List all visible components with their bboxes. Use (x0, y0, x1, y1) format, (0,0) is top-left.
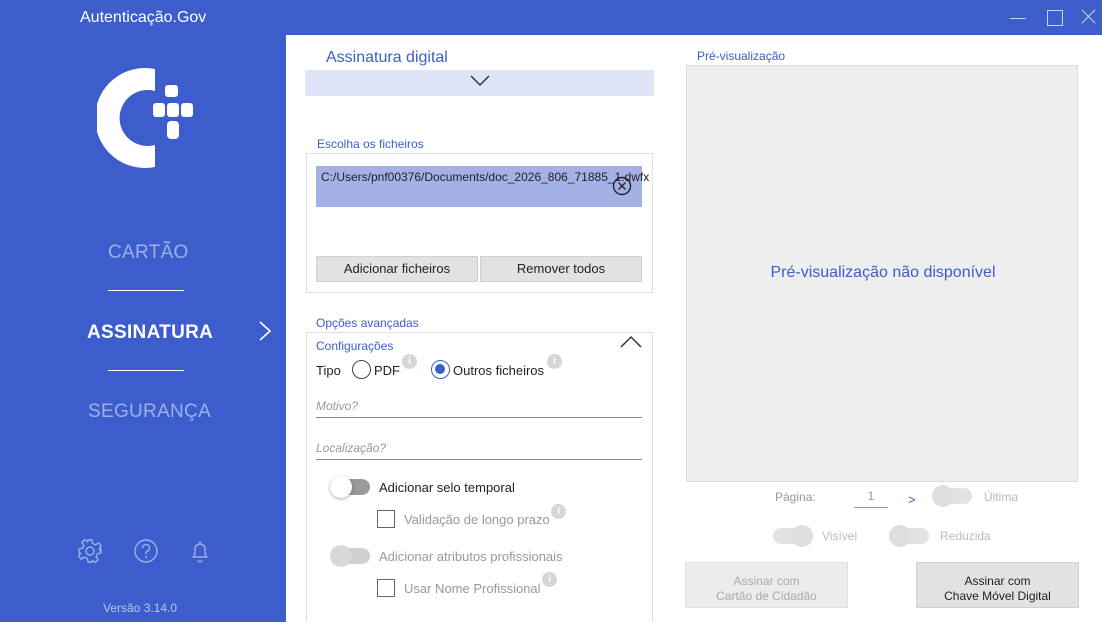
sign-card-line2: Cartão de Cidadão (716, 589, 817, 603)
file-item[interactable]: C:/Users/pnf00376/Documents/doc_2026_806… (316, 166, 650, 207)
title-bar: Autenticação.Gov (0, 0, 1102, 35)
bell-icon[interactable] (186, 537, 214, 565)
visible-label: Visível (822, 529, 858, 543)
page-label: Página: (775, 490, 816, 504)
info-icon[interactable]: i (402, 354, 417, 369)
sign-with-citizen-card-button[interactable]: Assinar com Cartão de Cidadão (685, 562, 848, 608)
minimize-button[interactable] (1006, 5, 1030, 29)
professional-attributes-label: Adicionar atributos profissionais (379, 549, 563, 564)
reduced-label: Reduzida (940, 529, 991, 543)
sign-card-line1: Assinar com (733, 574, 800, 588)
sidebar-divider (108, 370, 184, 371)
info-icon[interactable]: i (547, 354, 562, 369)
last-page-label: Última (984, 490, 1019, 504)
timestamp-toggle[interactable] (330, 476, 370, 498)
help-icon[interactable] (132, 537, 160, 565)
last-page-toggle[interactable] (932, 485, 972, 507)
version-label: Versão 3.14.0 (103, 601, 178, 615)
chevron-right-icon (259, 321, 272, 341)
radio-pdf-label[interactable]: PDF (374, 363, 400, 378)
sign-key-line2: Chave Móvel Digital (944, 589, 1051, 603)
sign-with-mobile-key-button[interactable]: Assinar com Chave Móvel Digital (916, 562, 1079, 608)
sidebar-divider (108, 290, 184, 291)
timestamp-label: Adicionar selo temporal (379, 480, 515, 495)
files-label: Escolha os ficheiros (317, 137, 424, 151)
preview-area: Pré-visualização não disponível (686, 65, 1078, 482)
professional-name-checkbox[interactable] (377, 579, 395, 597)
long-term-validation-label: Validação de longo prazo (404, 512, 550, 527)
professional-name-label: Usar Nome Profissional (404, 581, 541, 596)
preview-empty-text: Pré-visualização não disponível (770, 264, 996, 281)
sidebar: CARTÃO ASSINATURA SEGURANÇA Versão 3.14.… (0, 35, 286, 622)
configurations-label: Configurações (316, 339, 394, 353)
gear-icon[interactable] (76, 537, 104, 565)
add-files-button[interactable]: Adicionar ficheiros (316, 256, 478, 282)
next-page-button[interactable]: > (908, 492, 916, 507)
radio-pdf[interactable] (352, 360, 371, 379)
reduced-toggle[interactable] (889, 525, 929, 547)
radio-other-files-label[interactable]: Outros ficheiros (453, 363, 544, 378)
close-window-button[interactable] (1076, 5, 1100, 29)
app-title: Autenticação.Gov (80, 9, 207, 26)
long-term-validation-checkbox[interactable] (377, 510, 395, 528)
info-icon[interactable]: i (551, 504, 566, 519)
chevron-up-icon[interactable] (620, 334, 642, 350)
close-circle-icon[interactable] (612, 176, 632, 196)
chevron-down-icon (470, 75, 490, 87)
type-label: Tipo (316, 363, 341, 378)
file-path: C:/Users/pnf00376/Documents/doc_2026_806… (321, 170, 650, 184)
sign-key-line1: Assinar com (964, 574, 1031, 588)
info-icon[interactable]: i (542, 572, 557, 587)
collapse-bar[interactable] (305, 70, 654, 96)
professional-attributes-toggle[interactable] (330, 545, 370, 567)
preview-label: Pré-visualização (697, 49, 786, 63)
radio-other-files[interactable] (431, 360, 450, 379)
section-title: Assinatura digital (326, 49, 448, 66)
maximize-button[interactable] (1042, 5, 1066, 29)
page-number-input[interactable] (854, 484, 888, 508)
visible-toggle[interactable] (773, 525, 813, 547)
autenticacao-gov-logo (97, 68, 193, 168)
reason-input[interactable] (316, 394, 642, 418)
location-input[interactable] (316, 436, 642, 460)
remove-all-button[interactable]: Remover todos (480, 256, 642, 282)
advanced-options-label: Opções avançadas (316, 316, 419, 330)
